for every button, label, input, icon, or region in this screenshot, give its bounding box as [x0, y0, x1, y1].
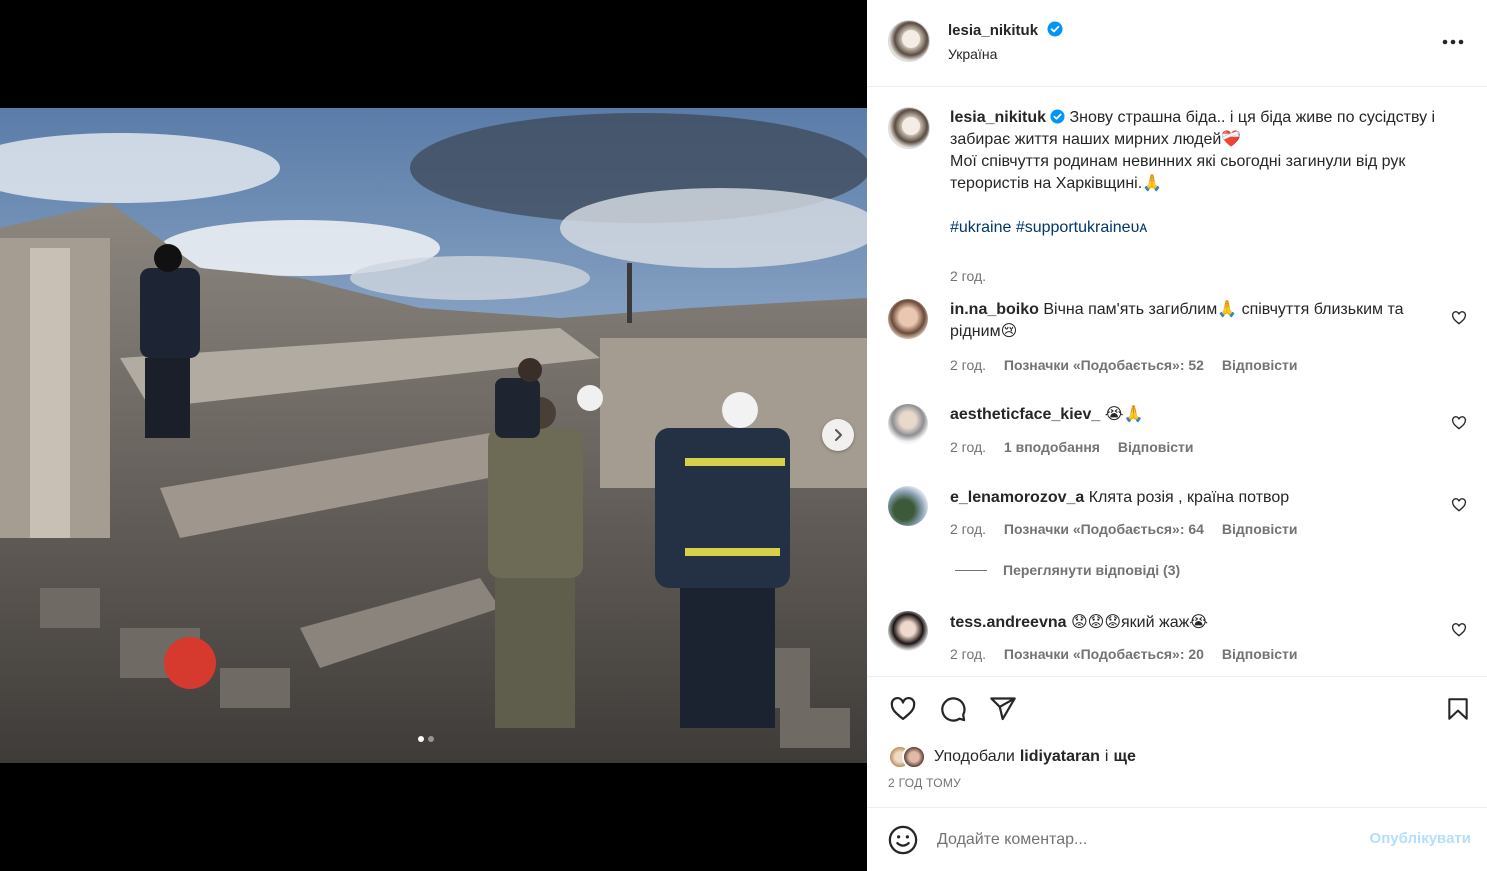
likes-user[interactable]: lidiyataran — [1020, 748, 1100, 766]
comment-meta: 2 год. Позначки «Подобається»: 64 Відпов… — [950, 521, 1312, 537]
comment-likes[interactable]: Позначки «Подобається»: 64 — [1004, 521, 1204, 537]
reply-button[interactable]: Відповісти — [1222, 357, 1298, 373]
caption-avatar[interactable] — [888, 107, 930, 149]
verified-icon — [1047, 21, 1062, 37]
rubble-scene-image — [0, 108, 867, 763]
comment-text: 😭🙏 — [1104, 406, 1144, 423]
comment-button[interactable] — [937, 693, 969, 725]
view-replies-label: Переглянути відповіді (3) — [1003, 562, 1181, 578]
comment-item: in.na_boiko Вічна пам'ять загиблим🙏 спів… — [867, 296, 1487, 376]
comment-icon — [941, 697, 966, 722]
save-icon — [1448, 698, 1468, 720]
comment-text: 😟😟😟який жаж😭 — [1070, 614, 1208, 631]
share-icon — [990, 697, 1016, 721]
caption: lesia_nikituk Знову страшна біда.. і ця … — [867, 105, 1487, 284]
comment-likes[interactable]: Позначки «Подобається»: 52 — [1004, 357, 1204, 373]
caption-time: 2 год. — [950, 268, 987, 284]
heart-icon[interactable] — [1451, 497, 1467, 513]
likes-summary: Уподобали lidiyataran і ще — [888, 745, 1136, 769]
likes-conj: і — [1104, 748, 1109, 765]
post-header: lesia_nikituk Україна — [867, 0, 1487, 87]
comment-composer: Опублікувати — [867, 807, 1487, 871]
heart-icon[interactable] — [1451, 622, 1467, 638]
view-replies-line — [955, 569, 987, 571]
carousel-next-button[interactable] — [822, 419, 854, 451]
media-pane — [0, 0, 867, 871]
commenter-avatar[interactable] — [888, 404, 928, 444]
likes-prefix: Уподобали — [934, 748, 1015, 765]
comment-likes[interactable]: Позначки «Подобається»: 20 — [1004, 646, 1204, 662]
comment-time: 2 год. — [950, 357, 987, 373]
like-button[interactable] — [887, 693, 919, 725]
comment-meta: 2 год. Позначки «Подобається»: 52 Відпов… — [950, 357, 1312, 373]
author-username[interactable]: lesia_nikituk — [948, 22, 1038, 39]
comment-username[interactable]: aestheticface_kiev_ — [950, 406, 1100, 423]
carousel-indicator — [418, 736, 434, 742]
comment-meta: 2 год. 1 вподобання Відповісти — [950, 439, 1208, 455]
caption-text-2: Мої співчуття родинам невинних які сього… — [950, 153, 1406, 192]
post-actions: Уподобали lidiyataran і ще 2 ГОД ТОМУ — [867, 676, 1487, 807]
posted-ago[interactable]: 2 ГОД ТОМУ — [888, 776, 961, 790]
comment-username[interactable]: tess.andreevna — [950, 614, 1067, 631]
save-button[interactable] — [1442, 693, 1474, 725]
view-replies-button[interactable]: Переглянути відповіді (3) — [955, 562, 1180, 578]
reply-button[interactable]: Відповісти — [1222, 646, 1298, 662]
comment-username[interactable]: in.na_boiko — [950, 301, 1039, 318]
post-location[interactable]: Україна — [948, 46, 997, 62]
post-photo[interactable] — [0, 108, 867, 763]
chevron-right-icon — [835, 429, 842, 441]
emoji-icon[interactable] — [888, 825, 918, 855]
heart-icon — [890, 696, 916, 721]
comment-username[interactable]: e_lenamorozov_a — [950, 489, 1084, 506]
comment-time: 2 год. — [950, 646, 987, 662]
comment-text: Клята розія , країна потвор — [1088, 489, 1290, 506]
carousel-dot-2 — [428, 736, 434, 742]
author-avatar[interactable] — [888, 20, 930, 62]
post-details-panel: lesia_nikituk Україна lesia_nikituk Знов… — [867, 0, 1487, 871]
comment-likes[interactable]: 1 вподобання — [1004, 439, 1100, 455]
comment-meta: 2 год. Позначки «Подобається»: 20 Відпов… — [950, 646, 1312, 662]
author-line: lesia_nikituk — [948, 21, 1063, 40]
caption-hashtags[interactable]: #ukraine #supportukraineᴜᴀ — [950, 219, 1147, 236]
commenter-avatar[interactable] — [888, 299, 928, 339]
comment-time: 2 год. — [950, 521, 987, 537]
post-comment-button[interactable]: Опублікувати — [1370, 830, 1471, 847]
commenter-avatar[interactable] — [888, 611, 928, 651]
caption-username[interactable]: lesia_nikituk — [950, 109, 1046, 126]
reply-button[interactable]: Відповісти — [1118, 439, 1194, 455]
reply-button[interactable]: Відповісти — [1222, 521, 1298, 537]
comment-item: tess.andreevna 😟😟😟який жаж😭 2 год. Позна… — [867, 611, 1487, 671]
carousel-dot-1 — [418, 736, 424, 742]
comment-item: aestheticface_kiev_ 😭🙏 2 год. 1 вподобан… — [867, 404, 1487, 464]
heart-icon[interactable] — [1451, 415, 1467, 431]
liker-avatar — [902, 745, 926, 769]
comment-input[interactable] — [937, 826, 1337, 854]
commenter-avatar[interactable] — [888, 486, 928, 526]
comment-item: e_lenamorozov_a Клята розія , країна пот… — [867, 486, 1487, 586]
share-button[interactable] — [987, 693, 1019, 725]
comment-time: 2 год. — [950, 439, 987, 455]
heart-icon[interactable] — [1451, 310, 1467, 326]
comments-list[interactable]: lesia_nikituk Знову страшна біда.. і ця … — [867, 88, 1487, 676]
likes-more[interactable]: ще — [1113, 748, 1135, 766]
verified-icon — [1050, 109, 1065, 124]
more-options-button[interactable] — [1441, 30, 1465, 54]
more-options-icon — [1442, 39, 1464, 45]
